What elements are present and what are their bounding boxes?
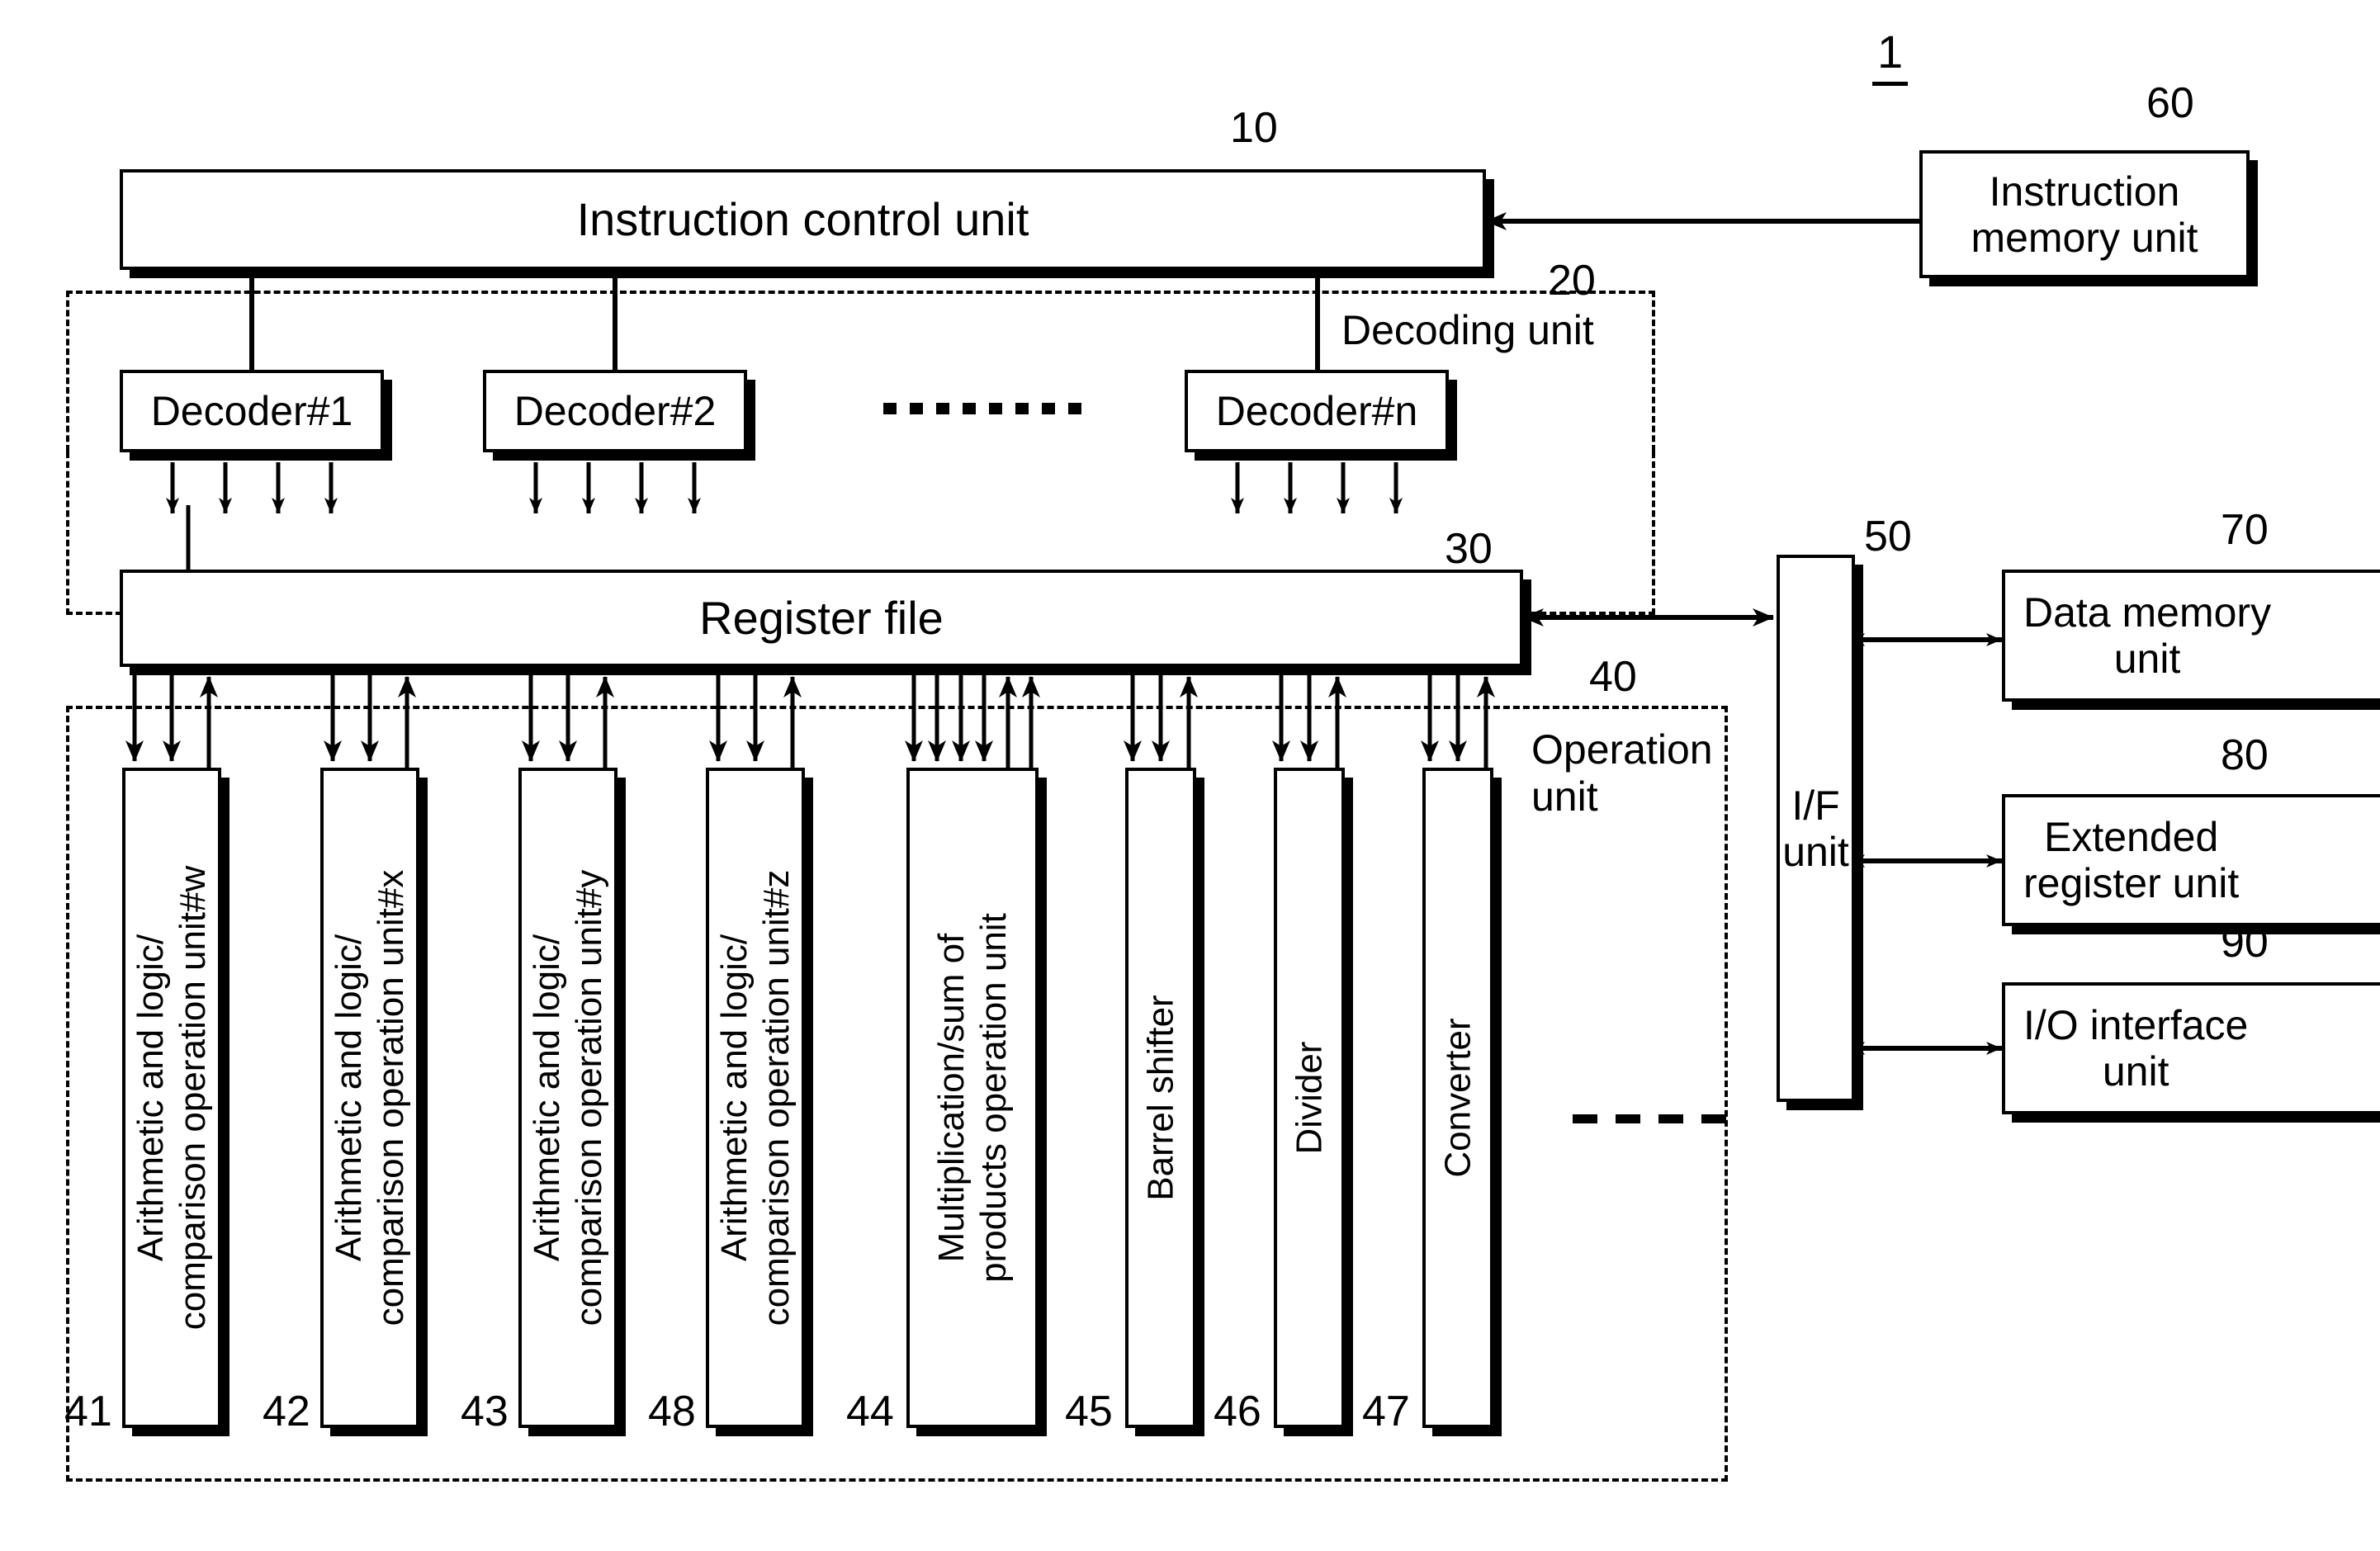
- ref-extended-register-unit: 80: [2221, 731, 2269, 779]
- ref-operation-unit-48: 48: [648, 1388, 696, 1435]
- if-unit-label: I/F unit: [1782, 782, 1849, 875]
- decoder-box-2[interactable]: Decoder#2: [483, 370, 747, 452]
- decoding-unit-label: Decoding unit: [1341, 307, 1594, 353]
- operation-unit-label: Operation unit: [1531, 726, 1713, 820]
- operation-unit-box-44[interactable]: Multiplication/sum of products operation…: [906, 768, 1039, 1428]
- decoder-box-1[interactable]: Decoder#1: [120, 370, 384, 452]
- ref-data-memory-unit: 70: [2221, 506, 2269, 554]
- data-memory-unit-box[interactable]: Data memory unit: [2002, 570, 2380, 702]
- extended-register-unit-box[interactable]: Extended register unit: [2002, 794, 2380, 926]
- ref-io-interface-unit: 90: [2221, 919, 2269, 967]
- io-interface-unit-box[interactable]: I/O interface unit: [2002, 982, 2380, 1114]
- ref-operation-unit-45: 45: [1065, 1388, 1113, 1435]
- io-interface-unit-label: I/O interface unit: [2023, 1002, 2249, 1095]
- ref-decoding-unit: 20: [1548, 257, 1596, 305]
- instruction-control-unit-label: Instruction control unit: [576, 192, 1029, 245]
- operation-unit-label: Arithmetic and logic/ comparison operati…: [526, 869, 609, 1326]
- ref-if-unit: 50: [1864, 513, 1912, 560]
- operation-unit-label: Multiplication/sum of products operation…: [930, 913, 1014, 1283]
- operation-unit-box-48[interactable]: Arithmetic and logic/ comparison operati…: [706, 768, 805, 1428]
- operation-unit-box-41[interactable]: Arithmetic and logic/ comparison operati…: [122, 768, 221, 1428]
- operation-unit-box-43[interactable]: Arithmetic and logic/ comparison operati…: [518, 768, 617, 1428]
- ref-instruction-memory-unit: 60: [2146, 79, 2194, 127]
- operation-unit-box-47[interactable]: Converter: [1422, 768, 1493, 1428]
- ref-instruction-control-unit: 10: [1230, 104, 1278, 152]
- decoder-label: Decoder#n: [1215, 388, 1418, 434]
- operation-unit-ellipsis: [1573, 1114, 1744, 1123]
- ref-operation-unit-47: 47: [1362, 1388, 1410, 1435]
- ref-register-file: 30: [1445, 525, 1493, 573]
- decoder-label: Decoder#1: [150, 388, 353, 434]
- if-unit-box[interactable]: I/F unit: [1777, 555, 1855, 1102]
- ref-operation-unit: 40: [1589, 653, 1637, 701]
- operation-unit-label: Barrel shifter: [1140, 995, 1181, 1201]
- instruction-memory-unit-label: Instruction memory unit: [1971, 168, 2198, 261]
- figure-canvas: Instruction control unit Instruction mem…: [0, 0, 2380, 1551]
- ref-operation-unit-42: 42: [263, 1388, 310, 1435]
- operation-unit-box-45[interactable]: Barrel shifter: [1125, 768, 1196, 1428]
- operation-unit-label: Arithmetic and logic/ comparison operati…: [130, 865, 213, 1331]
- operation-unit-label: Arithmetic and logic/ comparison operati…: [713, 869, 797, 1326]
- instruction-memory-unit-box[interactable]: Instruction memory unit: [1919, 150, 2250, 278]
- instruction-control-unit-box[interactable]: Instruction control unit: [120, 169, 1486, 270]
- decoder-ellipsis: [883, 403, 1095, 414]
- data-memory-unit-label: Data memory unit: [2023, 589, 2272, 682]
- extended-register-unit-label: Extended register unit: [2023, 814, 2240, 906]
- operation-unit-label: Arithmetic and logic/ comparison operati…: [328, 869, 411, 1326]
- decoder-label: Decoder#2: [513, 388, 717, 434]
- register-file-label: Register file: [699, 591, 944, 644]
- register-file-box[interactable]: Register file: [120, 570, 1523, 667]
- ref-operation-unit-44: 44: [846, 1388, 894, 1435]
- operation-unit-box-42[interactable]: Arithmetic and logic/ comparison operati…: [320, 768, 419, 1428]
- operation-unit-box-46[interactable]: Divider: [1274, 768, 1345, 1428]
- ref-operation-unit-43: 43: [461, 1388, 509, 1435]
- operation-unit-label: Divider: [1289, 1041, 1330, 1155]
- ref-operation-unit-41: 41: [64, 1388, 112, 1435]
- ref-system: 1: [1872, 25, 1909, 86]
- operation-unit-label: Converter: [1437, 1018, 1479, 1178]
- ref-operation-unit-46: 46: [1214, 1388, 1261, 1435]
- decoder-box-n[interactable]: Decoder#n: [1185, 370, 1449, 452]
